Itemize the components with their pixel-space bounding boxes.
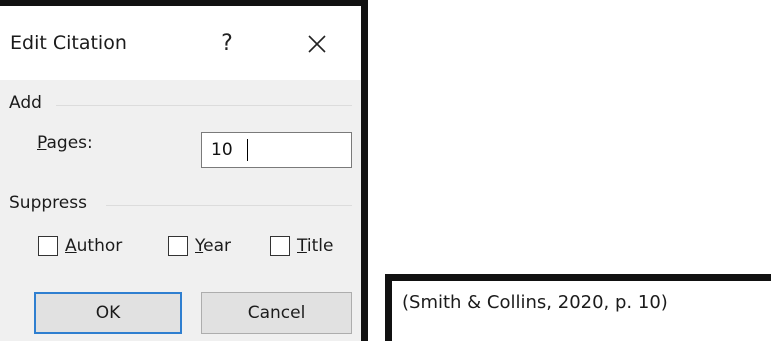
citation-preview: (Smith & Collins, 2020, p. 10) [385, 274, 771, 341]
suppress-group-divider [106, 205, 352, 206]
author-label-text: uthor [76, 236, 123, 256]
checkbox-box[interactable] [270, 236, 290, 256]
author-mnemonic: A [65, 236, 77, 256]
year-label-text: ear [203, 236, 232, 256]
checkbox-box[interactable] [168, 236, 188, 256]
cancel-button[interactable]: Cancel [201, 292, 352, 334]
suppress-author-label: Author [65, 236, 122, 256]
suppress-title-checkbox[interactable]: Title [270, 234, 333, 258]
title-mnemonic: T [297, 236, 307, 256]
suppress-author-checkbox[interactable]: Author [38, 234, 122, 258]
suppress-group-label: Suppress [9, 193, 87, 213]
checkbox-box[interactable] [38, 236, 58, 256]
text-caret [247, 139, 248, 161]
pages-input[interactable] [201, 132, 352, 168]
suppress-title-label: Title [297, 236, 333, 256]
title-label-text: itle [306, 236, 334, 256]
pages-label-mnemonic: P [37, 133, 47, 153]
edit-citation-dialog: Edit Citation ? Add Pages: Suppress Auth… [0, 0, 368, 341]
dialog-body: Add Pages: Suppress Author Year Title OK… [0, 80, 361, 341]
ok-button[interactable]: OK [34, 292, 182, 334]
add-group-label: Add [9, 93, 42, 113]
pages-label-text: ages: [46, 133, 93, 153]
suppress-year-checkbox[interactable]: Year [168, 234, 231, 258]
close-button[interactable] [293, 20, 341, 68]
citation-preview-text: (Smith & Collins, 2020, p. 10) [402, 292, 668, 313]
screenshot-canvas: Edit Citation ? Add Pages: Suppress Auth… [0, 0, 771, 341]
pages-label: Pages: [37, 133, 93, 153]
suppress-year-label: Year [195, 236, 231, 256]
close-icon [308, 35, 326, 53]
dialog-title-bar: Edit Citation ? [0, 6, 361, 81]
year-mnemonic: Y [195, 236, 204, 256]
help-button[interactable]: ? [207, 24, 247, 64]
add-group-divider [56, 105, 352, 106]
dialog-title: Edit Citation [10, 32, 127, 54]
